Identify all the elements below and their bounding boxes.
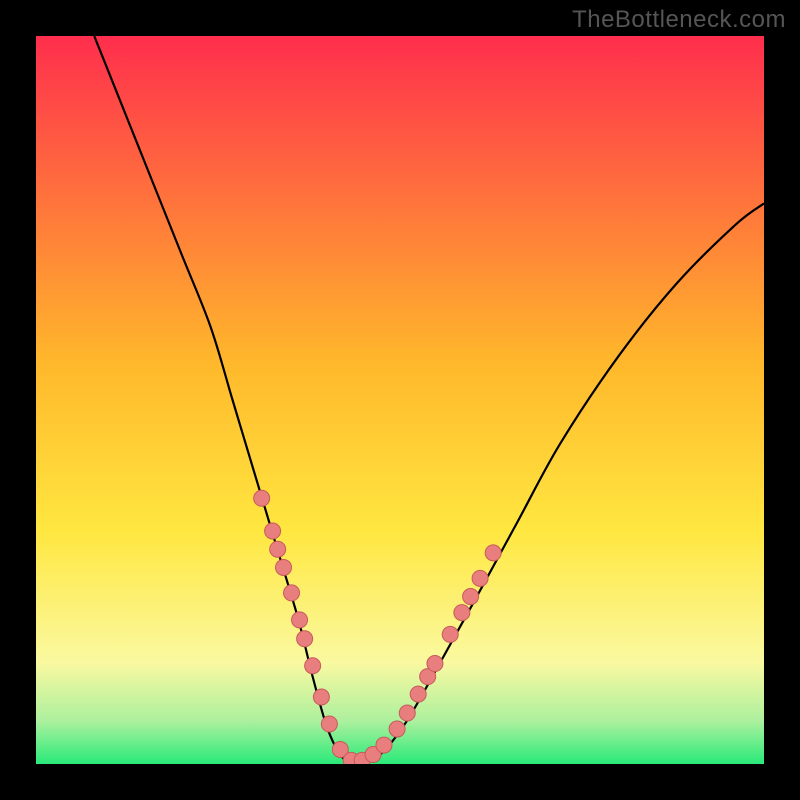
gpu-dot: [410, 686, 426, 702]
plot-area: [36, 36, 764, 764]
gpu-dot: [313, 689, 329, 705]
gpu-dot: [254, 490, 270, 506]
gpu-dot: [472, 570, 488, 586]
gpu-dot: [389, 721, 405, 737]
chart-frame: TheBottleneck.com: [0, 0, 800, 800]
bottleneck-plot: [36, 36, 764, 764]
gpu-dot: [265, 523, 281, 539]
gpu-dot: [454, 605, 470, 621]
gradient-background: [36, 36, 764, 764]
gpu-dot: [427, 656, 443, 672]
gpu-dot: [297, 631, 313, 647]
gpu-dot: [376, 737, 392, 753]
watermark-text: TheBottleneck.com: [572, 6, 786, 34]
gpu-dot: [276, 559, 292, 575]
gpu-dot: [321, 716, 337, 732]
gpu-dot: [292, 612, 308, 628]
gpu-dot: [442, 626, 458, 642]
gpu-dot: [270, 541, 286, 557]
gpu-dot: [399, 705, 415, 721]
gpu-dot: [305, 658, 321, 674]
gpu-dot: [485, 545, 501, 561]
gpu-dot: [284, 585, 300, 601]
gpu-dot: [463, 589, 479, 605]
